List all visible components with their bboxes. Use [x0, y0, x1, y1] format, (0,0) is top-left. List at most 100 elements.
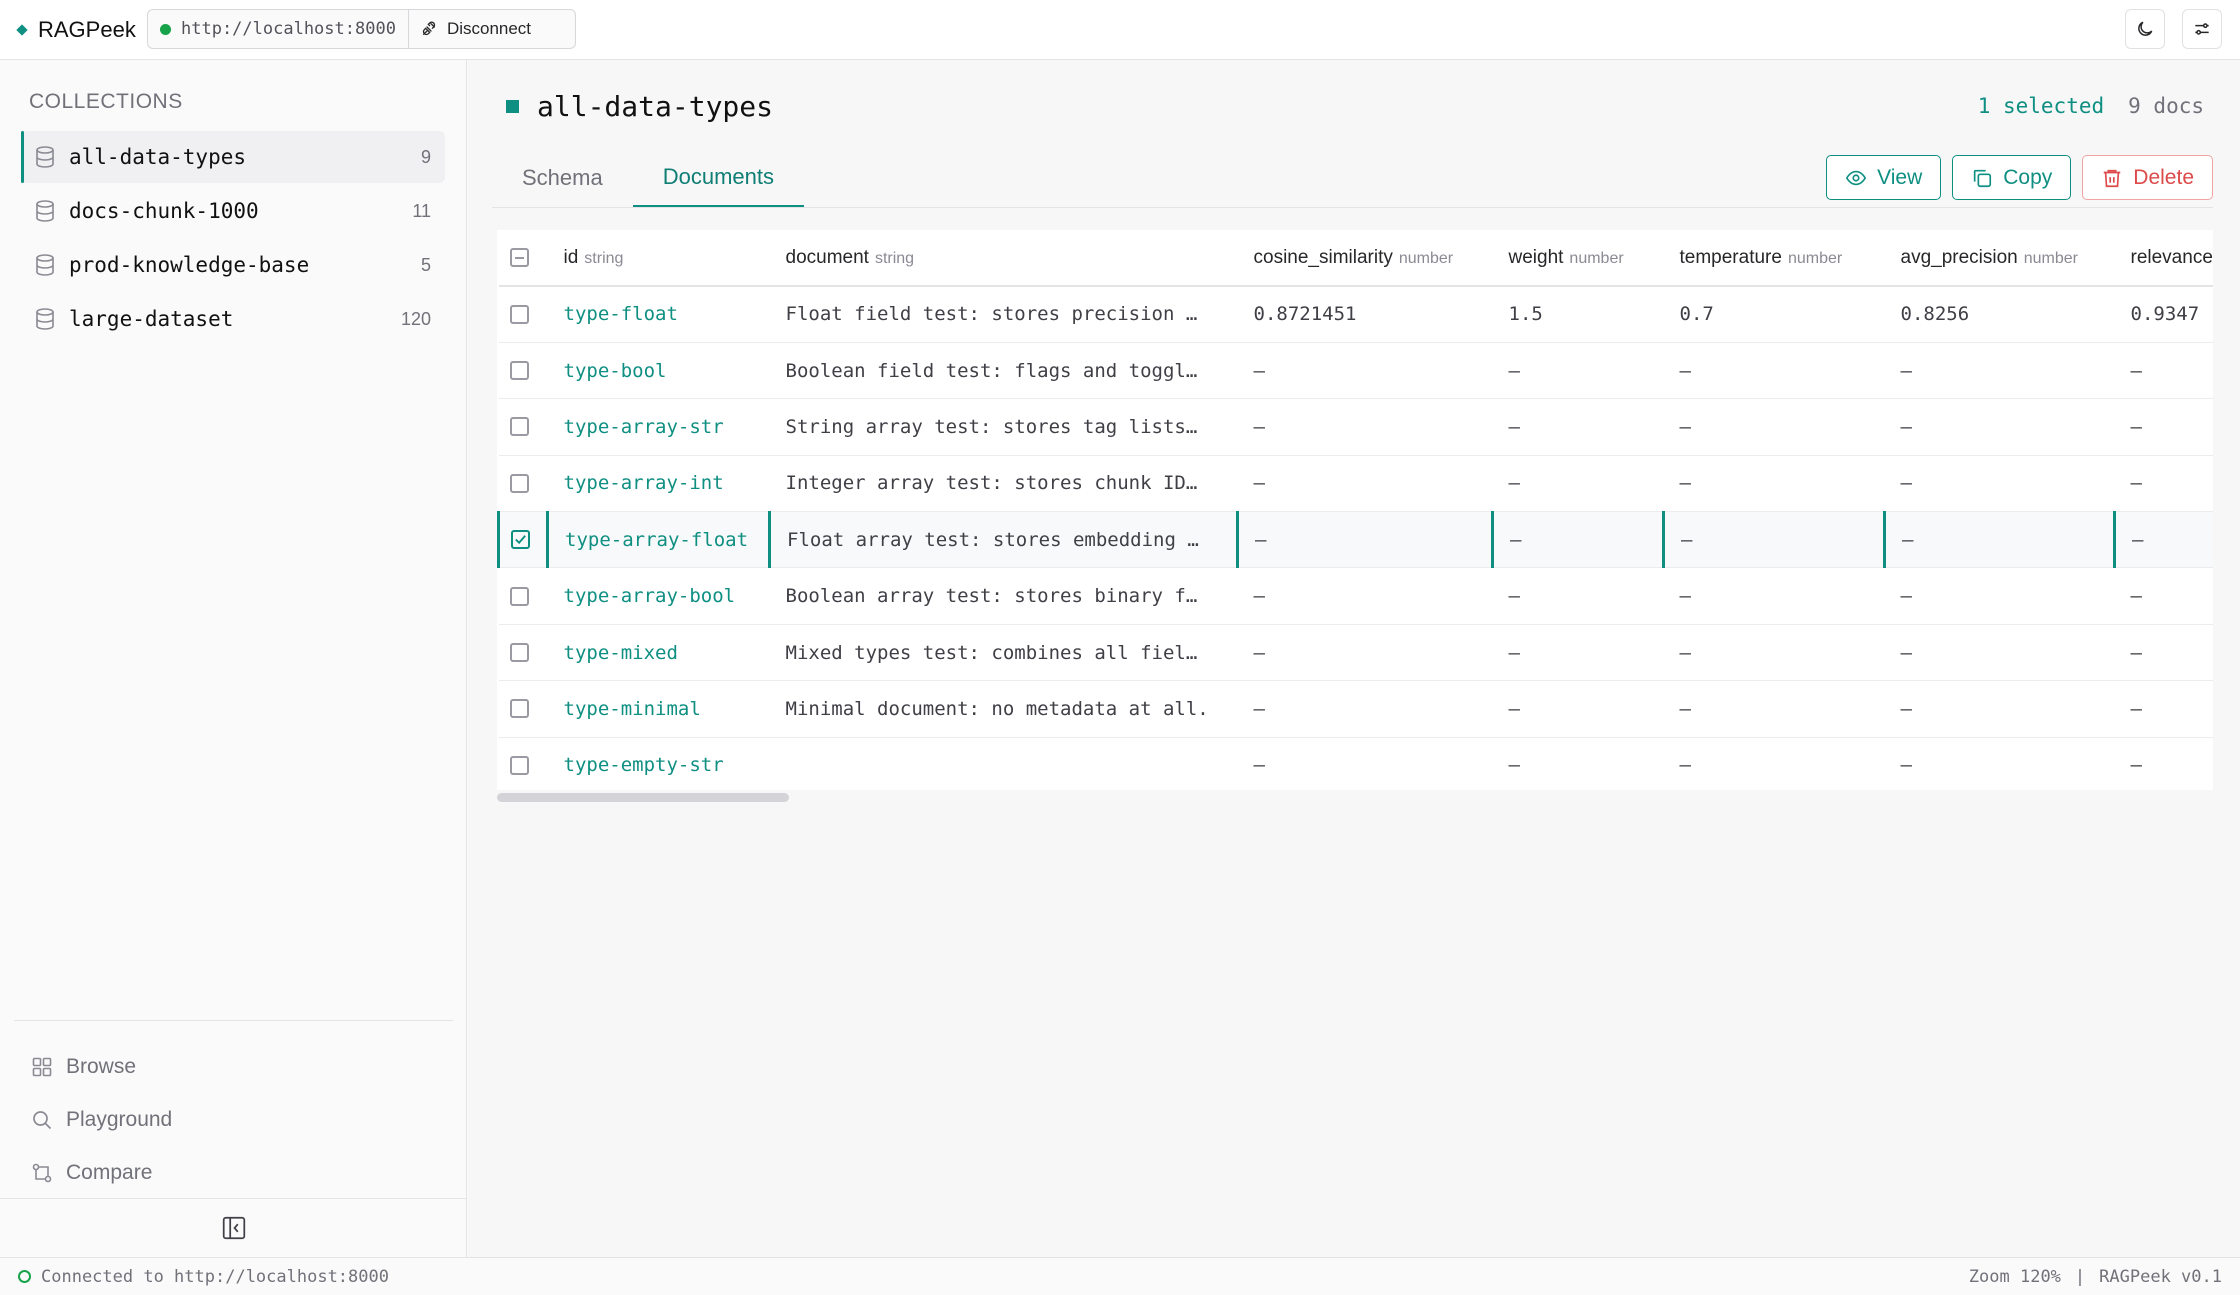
- cell-cosine-similarity: —: [1236, 511, 1493, 569]
- nav-browse[interactable]: Browse: [32, 1040, 172, 1093]
- cell-weight: —: [1492, 455, 1664, 513]
- column-header-relevance[interactable]: relevancenumber: [2114, 230, 2213, 287]
- row-checkbox[interactable]: [509, 304, 529, 324]
- row-checkbox[interactable]: [509, 361, 529, 381]
- cell-temperature: 0.7: [1663, 286, 1885, 343]
- database-icon: [36, 146, 54, 168]
- column-header-cosine-similarity[interactable]: cosine_similarity number: [1237, 230, 1493, 287]
- status-bar: Connected to http://localhost:8000 Zoom …: [0, 1257, 2240, 1295]
- cell-id[interactable]: type-array-float: [546, 511, 770, 569]
- row-checkbox[interactable]: [509, 586, 529, 606]
- table-row[interactable]: type-mixed Mixed types test: combines all…: [498, 624, 2213, 682]
- row-select-cell: [497, 511, 548, 569]
- table-row[interactable]: type-array-str String array test: stores …: [498, 398, 2213, 456]
- row-checkbox[interactable]: [509, 417, 529, 437]
- cell-temperature: —: [1663, 624, 1885, 682]
- connection-url[interactable]: http://localhost:8000: [148, 10, 408, 48]
- cell-id[interactable]: type-bool: [547, 342, 770, 400]
- row-checkbox[interactable]: [511, 530, 530, 550]
- connection-box: http://localhost:8000 Disconnect: [147, 9, 576, 49]
- sidebar-divider: [14, 1020, 453, 1021]
- table-body: type-float Float field test: stores preci…: [497, 286, 2213, 790]
- cell-document: Integer array test: stores chunk ID…: [769, 455, 1238, 513]
- compare-icon: [32, 1163, 52, 1182]
- sidebar-nav: Browse Playground Compare: [32, 1040, 172, 1199]
- nav-playground[interactable]: Playground: [32, 1093, 172, 1146]
- collection-header: all-data-types: [506, 90, 773, 123]
- documents-table-container[interactable]: id string document string cosine_similarit…: [497, 230, 2213, 790]
- column-header-avg-precision[interactable]: avg_precision number: [1884, 230, 2115, 287]
- collection-marker-icon: [506, 100, 519, 113]
- collection-item-large-dataset[interactable]: large-dataset 120: [21, 293, 445, 345]
- cell-avg-precision: 0.8256: [1884, 286, 2115, 343]
- cell-weight: —: [1492, 737, 1664, 790]
- cell-id[interactable]: type-array-bool: [547, 567, 770, 625]
- database-icon: [36, 254, 54, 276]
- cell-cosine-similarity: —: [1237, 342, 1493, 400]
- collapse-sidebar-icon[interactable]: [221, 1215, 247, 1241]
- cell-id[interactable]: type-minimal: [547, 680, 770, 738]
- trash-icon: [2104, 169, 2121, 187]
- table-header-row: id string document string cosine_similarit…: [498, 230, 2213, 287]
- table-row[interactable]: type-minimal Minimal document: no metadat…: [498, 680, 2213, 738]
- horizontal-scrollbar[interactable]: [497, 793, 789, 802]
- table-row[interactable]: type-float Float field test: stores preci…: [498, 286, 2213, 343]
- view-button[interactable]: View: [1826, 155, 1942, 200]
- grid-icon: [32, 1057, 52, 1076]
- row-checkbox[interactable]: [509, 473, 529, 493]
- row-select-cell: [498, 342, 548, 400]
- copy-icon: [1974, 169, 1992, 187]
- disconnect-button[interactable]: Disconnect: [407, 10, 543, 48]
- select-all-cell: [498, 230, 548, 287]
- copy-button[interactable]: Copy: [1952, 155, 2072, 200]
- column-header-weight[interactable]: weight number: [1492, 230, 1664, 287]
- cell-cosine-similarity: —: [1237, 680, 1493, 738]
- cell-id[interactable]: type-mixed: [547, 624, 770, 682]
- cell-avg-precision: —: [1884, 624, 2115, 682]
- cell-weight: —: [1492, 342, 1664, 400]
- cell-id[interactable]: type-array-int: [547, 455, 770, 513]
- connected-indicator-icon: [18, 1270, 31, 1283]
- table-row[interactable]: type-array-bool Boolean array test: store…: [498, 567, 2213, 625]
- cell-id[interactable]: type-empty-str: [547, 737, 770, 790]
- theme-toggle-button[interactable]: [2125, 9, 2165, 49]
- row-checkbox[interactable]: [509, 643, 529, 663]
- nav-compare[interactable]: Compare: [32, 1146, 172, 1199]
- table-row[interactable]: type-array-float Float array test: stores…: [497, 511, 2213, 569]
- database-icon: [36, 308, 54, 330]
- unplug-icon: [422, 21, 436, 36]
- row-checkbox[interactable]: [509, 755, 529, 775]
- cell-relevance: 0.9347: [2114, 286, 2213, 343]
- row-select-cell: [498, 455, 548, 513]
- column-header-temperature[interactable]: temperature number: [1663, 230, 1885, 287]
- sliders-icon: [2195, 23, 2209, 35]
- collection-item-docs-chunk-1000[interactable]: docs-chunk-1000 11: [21, 185, 445, 237]
- table-row[interactable]: type-array-int Integer array test: stores…: [498, 455, 2213, 513]
- check-icon: [515, 535, 526, 545]
- cell-weight: —: [1492, 567, 1664, 625]
- table-row[interactable]: type-empty-str — — — — —: [498, 737, 2213, 790]
- column-header-document[interactable]: document string: [769, 230, 1238, 287]
- cell-temperature: —: [1663, 567, 1885, 625]
- collection-item-prod-knowledge-base[interactable]: prod-knowledge-base 5: [21, 239, 445, 291]
- selection-stats: 1 selected 9 docs: [1978, 94, 2204, 118]
- cell-document: Mixed types test: combines all fiel…: [769, 624, 1238, 682]
- cell-document: Boolean array test: stores binary f…: [769, 567, 1238, 625]
- settings-button[interactable]: [2182, 9, 2222, 49]
- select-all-checkbox[interactable]: [509, 248, 529, 267]
- cell-temperature: —: [1663, 342, 1885, 400]
- table-row[interactable]: type-bool Boolean field test: flags and t…: [498, 342, 2213, 400]
- database-icon: [36, 200, 54, 222]
- cell-id[interactable]: type-float: [547, 286, 770, 343]
- cell-id[interactable]: type-array-str: [547, 398, 770, 456]
- tab-schema[interactable]: Schema: [492, 148, 633, 208]
- main-panel: all-data-types 1 selected 9 docs Schema …: [468, 60, 2240, 1257]
- delete-button[interactable]: Delete: [2082, 155, 2213, 200]
- cell-relevance: —: [2114, 398, 2213, 456]
- collections-heading: COLLECTIONS: [29, 90, 183, 113]
- cell-cosine-similarity: —: [1237, 624, 1493, 682]
- column-header-id[interactable]: id string: [547, 230, 770, 287]
- tab-documents[interactable]: Documents: [632, 148, 804, 208]
- collection-item-all-data-types[interactable]: all-data-types 9: [21, 131, 445, 183]
- row-checkbox[interactable]: [509, 699, 529, 719]
